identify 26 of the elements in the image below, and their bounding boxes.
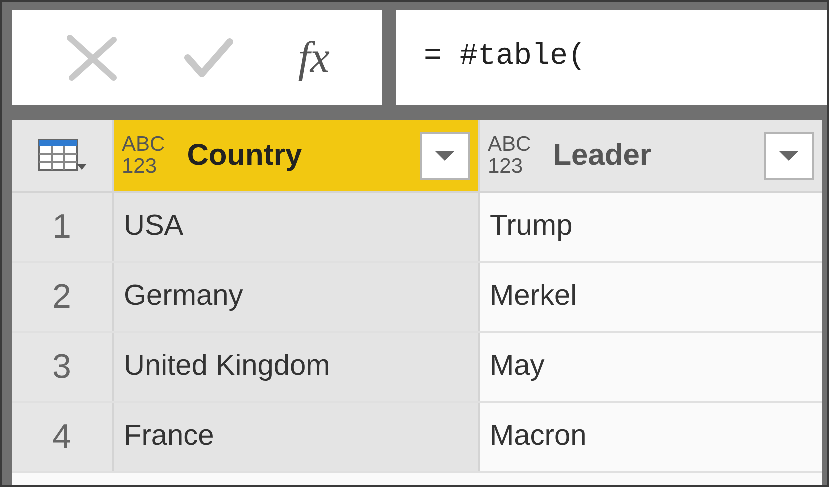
table-cell: Germany	[112, 263, 478, 331]
caret-icon	[779, 150, 799, 160]
row-number: 1	[12, 193, 112, 261]
type-label: ABC	[488, 134, 532, 156]
table-icon	[37, 138, 87, 174]
table-menu-button[interactable]	[12, 120, 112, 191]
type-icon[interactable]: ABC 123	[488, 134, 532, 178]
table-cell: France	[112, 403, 478, 471]
column-name: Leader	[553, 138, 653, 174]
function-label[interactable]: fx	[298, 36, 330, 80]
formula-field[interactable]: = #table(	[396, 10, 827, 105]
column-name: Country	[187, 138, 304, 174]
filter-dropdown-button[interactable]	[764, 132, 814, 180]
table-cell: USA	[112, 193, 478, 261]
type-label: 123	[122, 156, 158, 178]
table-cell: United Kingdom	[112, 333, 478, 401]
row-number: 2	[12, 263, 112, 331]
type-label: 123	[488, 156, 524, 178]
row-number: 3	[12, 333, 112, 401]
caret-icon	[435, 150, 455, 160]
type-label: ABC	[122, 134, 166, 156]
row-number: 4	[12, 403, 112, 471]
column-header[interactable]: ABC 123 Leader	[478, 120, 822, 191]
filter-dropdown-button[interactable]	[420, 132, 470, 180]
column-header[interactable]: ABC 123 Country	[112, 120, 478, 191]
type-icon[interactable]: ABC 123	[122, 134, 166, 178]
